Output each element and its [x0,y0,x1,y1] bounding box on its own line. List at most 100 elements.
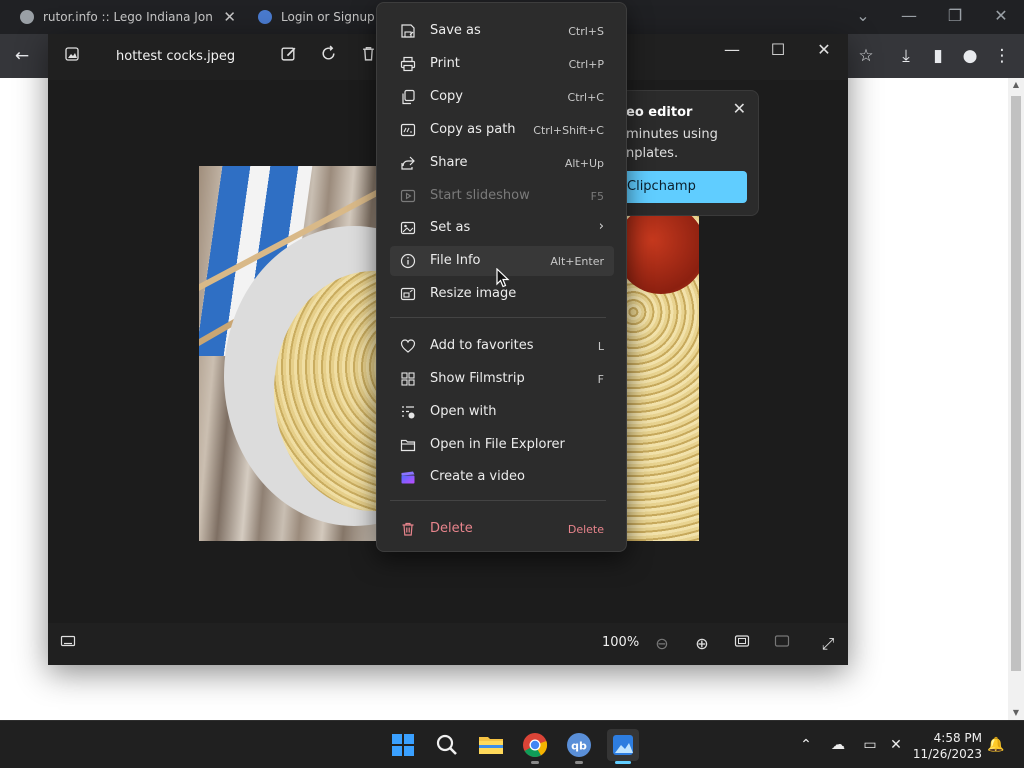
trash-icon [402,522,414,536]
svg-text:qb: qb [571,740,587,753]
tab-search-chevron-icon[interactable]: ⌄ [848,4,878,28]
photo-icon[interactable] [58,43,86,71]
menu-label: Save as [430,23,481,38]
search-icon[interactable] [431,729,463,761]
menu-label: Add to favorites [430,338,534,353]
scroll-thumb[interactable] [1011,96,1021,671]
save-icon [401,24,415,38]
browser-tab-login[interactable]: Login or Signup [258,0,376,34]
menu-label: Set as [430,220,471,235]
resize-icon [400,287,416,301]
network-icon[interactable]: ▭ [860,735,880,755]
menu-shortcut: Ctrl+C [567,91,604,104]
rotate-icon[interactable] [314,43,342,71]
copy-icon [402,89,415,105]
system-clock[interactable]: 4:58 PM 11/26/2023 [912,730,982,762]
photos-app-icon[interactable] [607,729,639,761]
close-window-icon[interactable]: ✕ [986,4,1016,28]
zoom-level: 100% [602,635,640,650]
photo-image-left [199,166,376,541]
menu-item-add-to-favorites[interactable]: Add to favorites L [390,331,614,361]
menu-item-copy-as-path[interactable]: Copy as path Ctrl+Shift+C [390,115,614,145]
actual-size-icon[interactable] [768,630,796,658]
menu-shortcut: Alt+Enter [550,255,604,268]
menu-item-print[interactable]: Print Ctrl+P [390,49,614,79]
promo-description: minutes using nplates. [626,127,718,161]
menu-label: Copy [430,89,463,104]
menu-item-copy[interactable]: Copy Ctrl+C [390,82,614,112]
promo-title: eo editor [626,105,693,120]
menu-item-start-slideshow[interactable]: Start slideshow F5 [390,181,614,211]
back-arrow-icon[interactable]: ← [10,44,34,68]
copy-path-icon [400,123,416,137]
browser-tab-rutor[interactable]: rutor.info :: Lego Indiana Jones 2 ✕ [20,0,246,34]
print-icon [400,56,416,72]
chevron-up-icon[interactable]: ⌃ [796,735,816,755]
promo-close-icon[interactable]: ✕ [733,99,746,118]
menu-label: File Info [430,253,481,268]
page-scrollbar[interactable]: ▲ ▼ [1008,78,1024,720]
menu-shortcut: Delete [567,523,604,536]
photos-minimize-icon[interactable]: — [718,36,746,64]
file-explorer-icon[interactable] [475,729,507,761]
menu-item-delete[interactable]: Delete Delete [390,514,614,544]
menu-label: Copy as path [430,122,516,137]
menu-item-open-in-file-explorer[interactable]: Open in File Explorer [390,430,614,460]
fullscreen-icon[interactable]: ⤢ [814,630,842,658]
menu-item-open-with[interactable]: Open with [390,397,614,427]
open-with-icon [402,406,415,419]
filmstrip-grid-icon [401,372,415,386]
more-menu-icon[interactable]: ⋮ [990,44,1014,68]
site-favicon-icon [258,10,272,24]
download-icon[interactable]: ⤓ [894,44,918,68]
menu-item-create-a-video[interactable]: Create a video [390,462,614,492]
mouse-cursor-icon [496,268,510,288]
star-icon[interactable]: ☆ [854,44,878,68]
menu-shortcut: Ctrl+S [568,25,604,38]
clock-time: 4:58 PM [933,731,982,745]
slideshow-icon [400,189,416,203]
menu-item-set-as[interactable]: Set as › [390,213,614,243]
menu-label: Share [430,155,468,170]
scroll-down-icon[interactable]: ▼ [1008,706,1024,720]
menu-label: Show Filmstrip [430,371,525,386]
clock-date: 11/26/2023 [912,747,982,761]
notification-bell-icon[interactable]: 🔔 [986,735,1006,755]
scroll-up-icon[interactable]: ▲ [1008,78,1024,92]
folder-icon [400,439,416,452]
info-icon [400,253,416,269]
photos-maximize-icon[interactable]: ☐ [764,36,792,64]
clipchamp-button[interactable]: Clipchamp [613,171,747,203]
filmstrip-icon[interactable] [54,630,82,658]
onedrive-icon[interactable]: ☁ [828,735,848,755]
zoom-out-icon[interactable]: ⊖ [648,630,676,658]
photo-filename: hottest cocks.jpeg [116,49,236,64]
photos-bottom-bar: 100% ⊖ ⊕ ⤢ [48,623,848,665]
edit-image-icon[interactable] [274,43,302,71]
qbittorrent-icon[interactable]: qb [563,729,595,761]
menu-item-save-as[interactable]: Save as Ctrl+S [390,16,614,46]
zoom-in-icon[interactable]: ⊕ [688,630,716,658]
windows-taskbar: qb ⌃ ☁ ▭ ✕ 4:58 PM 11/26/2023 🔔 [0,720,1024,768]
start-windows-icon[interactable] [387,729,419,761]
minimize-icon[interactable]: — [894,4,924,28]
menu-label: Delete [430,521,473,536]
menu-separator [390,500,606,501]
menu-shortcut: L [597,340,604,353]
taskbar-running-indicator [575,761,583,764]
fit-window-icon[interactable] [728,630,756,658]
volume-muted-icon[interactable]: ✕ [886,735,906,755]
tab-label: Login or Signup [281,10,375,24]
share-icon [401,156,415,170]
heart-icon [400,339,416,353]
side-panel-icon[interactable]: ▮ [926,44,950,68]
menu-item-share[interactable]: Share Alt+Up [390,148,614,178]
close-tab-icon[interactable]: ✕ [223,8,236,26]
profile-icon[interactable]: ● [958,44,982,68]
chrome-icon[interactable] [519,729,551,761]
photos-close-icon[interactable]: ✕ [810,36,838,64]
restore-icon[interactable]: ❐ [940,4,970,28]
menu-shortcut: Ctrl+P [568,58,604,71]
menu-item-show-filmstrip[interactable]: Show Filmstrip F [390,364,614,394]
clipchamp-promo-card: eo editor minutes using nplates. Clipcha… [612,90,759,216]
